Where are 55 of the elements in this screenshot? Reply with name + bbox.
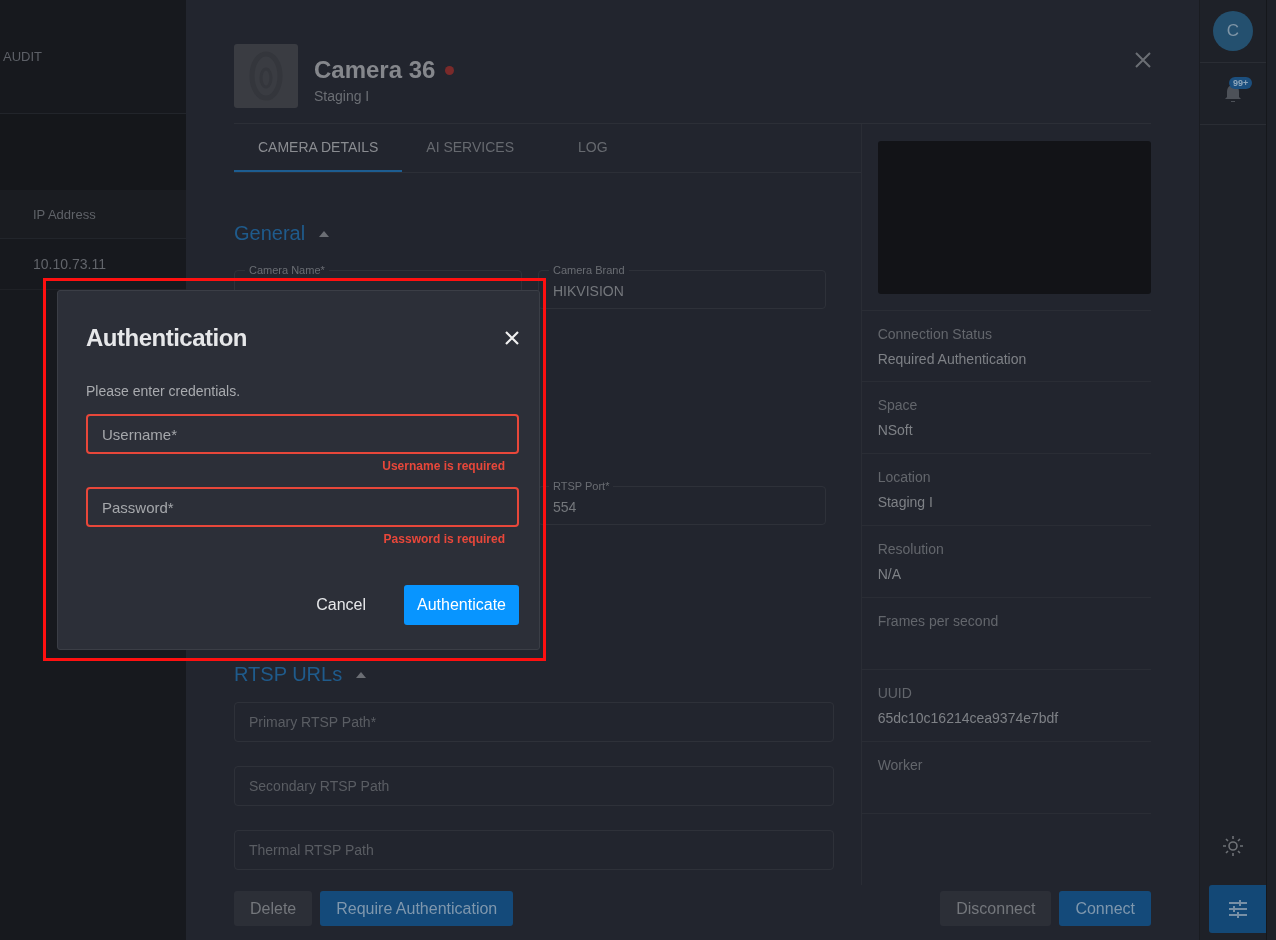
tab[interactable]: AI SERVICES xyxy=(402,124,538,172)
field-label: Camera Name* xyxy=(245,264,329,277)
info-label: Space xyxy=(877,397,919,413)
dialog-button[interactable]: Authenticate xyxy=(404,585,519,625)
action-button[interactable]: Require Authentication xyxy=(320,891,514,926)
info-value: Staging I xyxy=(877,494,934,510)
camera-location: Staging I xyxy=(314,88,371,104)
error-message: Username is required xyxy=(382,459,505,473)
column-header: IP Address xyxy=(33,206,96,222)
tab[interactable]: CAMERA DETAILS xyxy=(234,124,403,172)
section-heading: General xyxy=(234,222,306,245)
info-label: UUID xyxy=(877,685,913,701)
caret-icon xyxy=(356,671,367,678)
action-button[interactable]: Delete xyxy=(234,891,313,926)
input-field[interactable]: Thermal RTSP Path xyxy=(234,830,834,870)
info-label: Connection Status xyxy=(877,326,994,342)
theme-toggle[interactable] xyxy=(1222,835,1244,857)
table-cell: 10.10.73.11 xyxy=(33,256,106,272)
tab[interactable]: LOG xyxy=(538,124,648,172)
collapse-toggle[interactable] xyxy=(319,230,330,237)
input-field[interactable]: Password* xyxy=(86,487,519,527)
camera-thumbnail xyxy=(234,44,298,108)
close-icon xyxy=(505,331,519,345)
nav-tab[interactable]: AUDIT xyxy=(3,49,42,64)
collapse-toggle[interactable] xyxy=(356,671,367,678)
error-message: Password is required xyxy=(383,532,505,546)
close-icon xyxy=(1135,52,1151,68)
dialog-button[interactable]: Cancel xyxy=(294,585,389,625)
input-field[interactable]: Secondary RTSP Path xyxy=(234,766,834,806)
action-button[interactable]: Connect xyxy=(1059,891,1151,926)
settings-button[interactable] xyxy=(1209,885,1266,933)
info-value: NSoft xyxy=(877,422,914,438)
input-field[interactable]: Username* xyxy=(86,414,519,454)
info-value: 65dc10c16214cea9374e7bdf xyxy=(877,710,1060,726)
info-label: Location xyxy=(877,469,932,485)
camera-title: Camera 36 xyxy=(314,56,436,84)
field-value: HIKVISION xyxy=(553,283,625,299)
action-button[interactable]: Disconnect xyxy=(940,891,1052,926)
dialog-message: Please enter credentials. xyxy=(86,383,242,399)
info-value: Required Authentication xyxy=(877,351,1028,367)
sliders-icon xyxy=(1227,900,1248,918)
dialog-title: Authentication xyxy=(86,324,247,352)
section-heading: RTSP URLs xyxy=(234,663,343,686)
input-field[interactable]: Primary RTSP Path* xyxy=(234,702,834,742)
info-label: Frames per second xyxy=(877,613,1000,629)
user-avatar[interactable]: C xyxy=(1213,11,1253,51)
info-label: Worker xyxy=(877,757,924,773)
field-label: RTSP Port* xyxy=(549,480,614,493)
sun-icon xyxy=(1222,835,1244,857)
field-value: 554 xyxy=(553,499,578,515)
notification-badge: 99+ xyxy=(1229,77,1253,89)
field-label: Camera Brand xyxy=(549,264,629,277)
caret-icon xyxy=(319,230,330,237)
info-label: Resolution xyxy=(877,541,945,557)
info-value: N/A xyxy=(877,566,902,582)
